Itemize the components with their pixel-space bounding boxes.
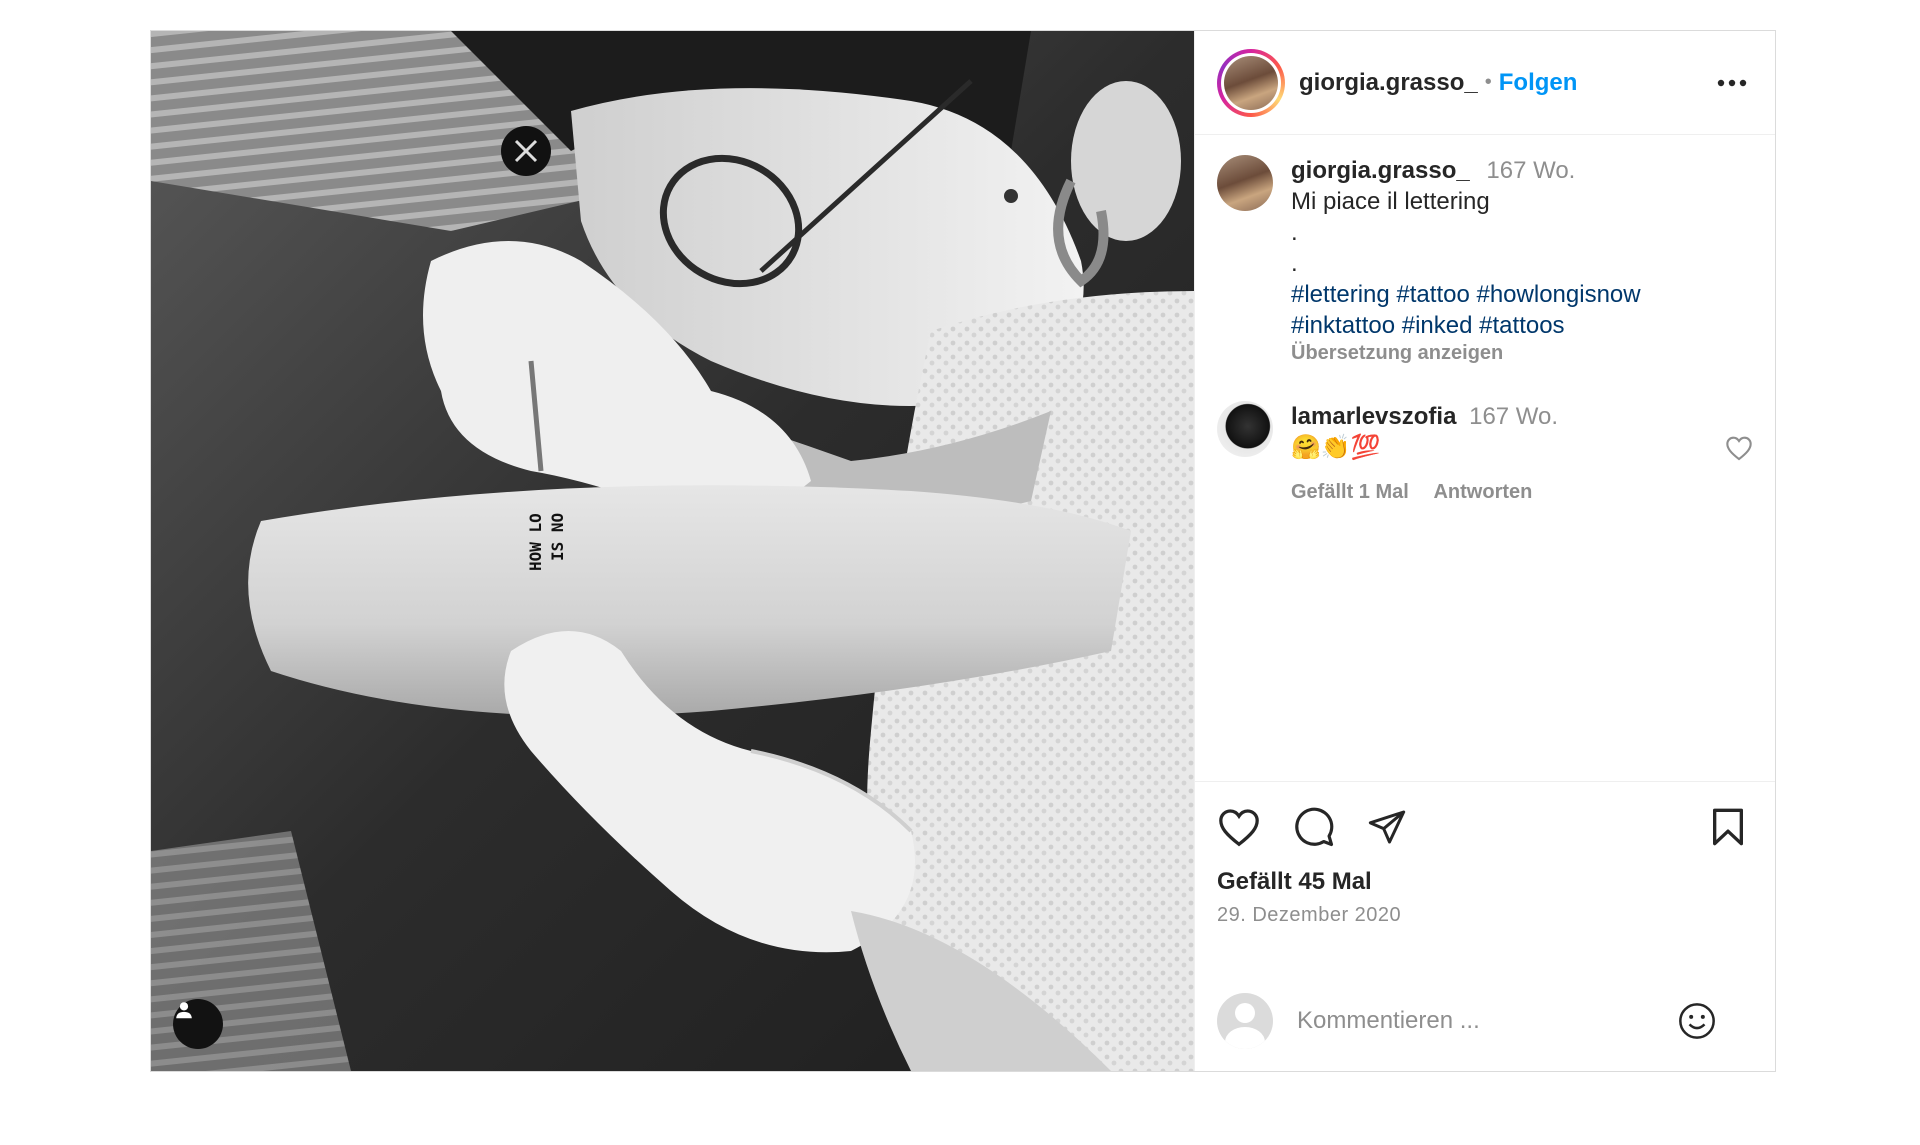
bookmark-button[interactable] [1711,807,1745,847]
post-date[interactable]: 29. Dezember 2020 [1217,904,1753,927]
more-options-icon [1717,79,1747,86]
author-avatar [1224,55,1278,110]
hashtag-tattoos[interactable]: #tattoos [1479,312,1564,339]
hashtag-lettering[interactable]: #lettering [1291,281,1390,308]
tattoo-text-line-1: HOW LO [526,513,545,571]
share-button[interactable] [1367,807,1407,847]
post-header: giorgia.grasso_ • Folgen [1195,31,1775,135]
user-tag-icon [176,1002,192,1019]
action-icons [1217,806,1753,848]
separator-dot: • [1484,71,1492,93]
comment-reply-button[interactable]: Antworten [1433,481,1532,503]
like-button[interactable] [1217,807,1261,847]
tattoo-text-line-2: IS NO [548,513,567,561]
caption-avatar[interactable] [1217,155,1273,211]
share-icon [1368,810,1406,844]
likes-count[interactable]: Gefällt 45 Mal [1217,868,1753,896]
comment-time[interactable]: 167 Wo. [1469,403,1558,430]
caption-time[interactable]: 167 Wo. [1486,157,1575,184]
add-comment-bar [1195,971,1775,1071]
comment-like-button[interactable] [1725,435,1753,466]
translate-link[interactable]: Übersetzung anzeigen [1291,341,1753,365]
heart-icon [1726,436,1752,461]
post-sidebar: giorgia.grasso_ • Folgen giorgia.grasso_… [1194,31,1775,1071]
comment-icon [1295,807,1334,847]
commenter-avatar[interactable] [1217,401,1273,457]
hashtag-tattoo[interactable]: #tattoo [1396,281,1469,308]
user-tag-button[interactable] [173,999,223,1049]
caption-username[interactable]: giorgia.grasso_ [1291,157,1470,184]
tattoo-photo-illustration: HOW LO IS NO [151,31,1194,1071]
caption-dot-2: . [1291,250,1298,277]
comment-likes[interactable]: Gefällt 1 Mal [1291,481,1409,503]
author-username[interactable]: giorgia.grasso_ [1299,69,1478,97]
hashtags-line-1: #lettering #tattoo #howlongisnow [1291,279,1753,310]
caption-row: giorgia.grasso_ 167 Wo. Mi piace il lett… [1217,155,1753,365]
caption-body: giorgia.grasso_ 167 Wo. Mi piace il lett… [1291,155,1753,365]
hashtags-line-2: #inktattoo #inked #tattoos [1291,310,1753,341]
post-photo[interactable]: HOW LO IS NO [151,31,1194,1071]
comments-section: giorgia.grasso_ 167 Wo. Mi piace il lett… [1195,135,1775,781]
hashtag-inktattoo[interactable]: #inktattoo [1291,312,1395,339]
comment-row: lamarlevszofia 167 Wo. 🤗👏💯 Gefällt 1 Mal… [1217,401,1753,508]
caption-dot-1: . [1291,219,1298,246]
hashtag-inked[interactable]: #inked [1402,312,1473,339]
comment-input[interactable] [1295,1006,1677,1036]
smiley-icon [1679,1003,1715,1039]
bookmark-icon [1712,808,1743,846]
commenter-username[interactable]: lamarlevszofia [1291,403,1456,430]
hashtag-howlongisnow[interactable]: #howlongisnow [1476,281,1640,308]
caption-text: Mi piace il lettering [1291,188,1490,215]
post-card: HOW LO IS NO giorgia.grasso_ • Folgen gi… [150,30,1776,1072]
comment-text: 🤗👏💯 [1291,434,1381,461]
heart-icon [1219,809,1259,847]
emoji-picker-button[interactable] [1677,1001,1717,1041]
comment-body: lamarlevszofia 167 Wo. 🤗👏💯 Gefällt 1 Mal… [1291,401,1725,508]
more-options-button[interactable] [1711,68,1753,98]
comment-button[interactable] [1293,806,1335,848]
post-actions: Gefällt 45 Mal 29. Dezember 2020 [1195,781,1775,971]
author-avatar-ring[interactable] [1217,48,1285,117]
current-user-avatar [1217,993,1273,1049]
follow-button[interactable]: Folgen [1499,69,1578,97]
